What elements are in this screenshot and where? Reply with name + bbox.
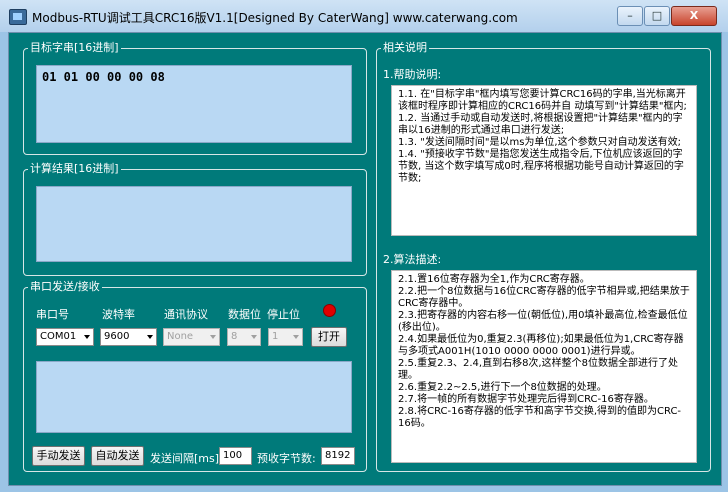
algo-line: 2.3.把寄存器的内容右移一位(朝低位),用0填补最高位,检查最低位(移出位)。 — [398, 310, 688, 333]
open-port-button[interactable]: 打开 — [311, 327, 347, 347]
databits-select[interactable]: 8 — [227, 328, 261, 346]
target-hex-input[interactable]: 01 01 00 00 00 08 — [36, 65, 352, 143]
protocol-label: 通讯协议 — [164, 308, 208, 321]
chevron-down-icon — [147, 335, 153, 339]
interval-input[interactable]: 100 — [219, 447, 252, 465]
maximize-button[interactable]: □ — [644, 6, 670, 26]
main-panel: 目标字串[16进制] 01 01 00 00 00 08 计算结果[16进制] … — [8, 32, 722, 486]
manual-send-button[interactable]: 手动发送 — [32, 446, 85, 466]
close-button[interactable]: X — [671, 6, 717, 26]
chevron-down-icon — [210, 335, 216, 339]
algo-line: 2.5.重复2.3、2.4,直到右移8次,这样整个8位数据全部进行了处理。 — [398, 358, 678, 381]
baud-label: 波特率 — [102, 308, 135, 321]
databits-label: 数据位 — [228, 308, 261, 321]
algo-section-title: 2.算法描述: — [383, 253, 442, 266]
app-icon — [9, 9, 27, 25]
help-line: 1.4. "预接收字节数"是指您发送生成指令后,下位机应该返回的字节数, 当这个… — [398, 149, 684, 184]
serial-group: 串口发送/接收 串口号 波特率 通讯协议 数据位 停止位 COM01 9600 … — [23, 280, 367, 472]
title-bar: Modbus-RTU调试工具CRC16版V1.1[Designed By Cat… — [0, 0, 728, 32]
chevron-down-icon — [84, 335, 90, 339]
interval-label: 发送间隔[ms] — [150, 452, 220, 465]
chevron-down-icon — [293, 335, 299, 339]
help-group: 相关说明 1.帮助说明: 1.1. 在"目标字串"框内填写您要计算CRC16码的… — [376, 41, 711, 472]
algo-line: 2.1.置16位寄存器为全1,作为CRC寄存器。 — [398, 274, 590, 285]
port-select[interactable]: COM01 — [36, 328, 94, 346]
minimize-button[interactable]: – — [617, 6, 643, 26]
expect-bytes-label: 预收字节数: — [257, 452, 316, 465]
result-hex-output[interactable] — [36, 186, 352, 262]
chevron-down-icon — [251, 335, 257, 339]
port-label: 串口号 — [36, 308, 69, 321]
window-title: Modbus-RTU调试工具CRC16版V1.1[Designed By Cat… — [32, 11, 518, 25]
algo-line: 2.8.将CRC-16寄存器的低字节和高字节交换,得到的值即为CRC-16码。 — [398, 406, 682, 429]
help-text-box: 1.1. 在"目标字串"框内填写您要计算CRC16码的字串,当光标离开该框时程序… — [391, 85, 697, 236]
help-group-title: 相关说明 — [381, 41, 429, 55]
algo-text-box: 2.1.置16位寄存器为全1,作为CRC寄存器。 2.2.把一个8位数据与16位… — [391, 270, 697, 463]
algo-line: 2.6.重复2.2~2.5,进行下一个8位数据的处理。 — [398, 382, 607, 393]
protocol-value: None — [167, 331, 194, 342]
help-line: 1.1. 在"目标字串"框内填写您要计算CRC16码的字串,当光标离开该框时程序… — [398, 89, 687, 112]
receive-area[interactable] — [36, 361, 352, 433]
port-value: COM01 — [40, 331, 77, 342]
baud-select[interactable]: 9600 — [100, 328, 157, 346]
stopbits-value: 1 — [272, 331, 279, 342]
databits-value: 8 — [231, 331, 238, 342]
expect-bytes-input[interactable]: 8192 — [321, 447, 355, 465]
protocol-select[interactable]: None — [163, 328, 220, 346]
stopbits-select[interactable]: 1 — [268, 328, 303, 346]
result-group: 计算结果[16进制] — [23, 162, 367, 276]
help-line: 1.2. 当通过手动或自动发送时,将根据设置把"计算结果"框内的字串以16进制的… — [398, 113, 683, 136]
port-status-led — [323, 304, 336, 317]
target-group: 目标字串[16进制] 01 01 00 00 00 08 — [23, 41, 367, 155]
stopbits-label: 停止位 — [267, 308, 300, 321]
baud-value: 9600 — [104, 331, 130, 342]
algo-line: 2.7.将一帧的所有数据字节处理完后得到CRC-16寄存器。 — [398, 394, 654, 405]
serial-group-title: 串口发送/接收 — [28, 280, 102, 294]
auto-send-button[interactable]: 自动发送 — [91, 446, 144, 466]
help-line: 1.3. "发送间隔时间"是以ms为单位,这个参数只对自动发送有效; — [398, 137, 681, 148]
result-group-title: 计算结果[16进制] — [28, 162, 121, 176]
algo-line: 2.4.如果最低位为0,重复2.3(再移位);如果最低位为1,CRC寄存器与多项… — [398, 334, 684, 357]
target-group-title: 目标字串[16进制] — [28, 41, 121, 55]
help-section-title: 1.帮助说明: — [383, 68, 442, 81]
algo-line: 2.2.把一个8位数据与16位CRC寄存器的低字节相异或,把结果放于CRC寄存器… — [398, 286, 690, 309]
